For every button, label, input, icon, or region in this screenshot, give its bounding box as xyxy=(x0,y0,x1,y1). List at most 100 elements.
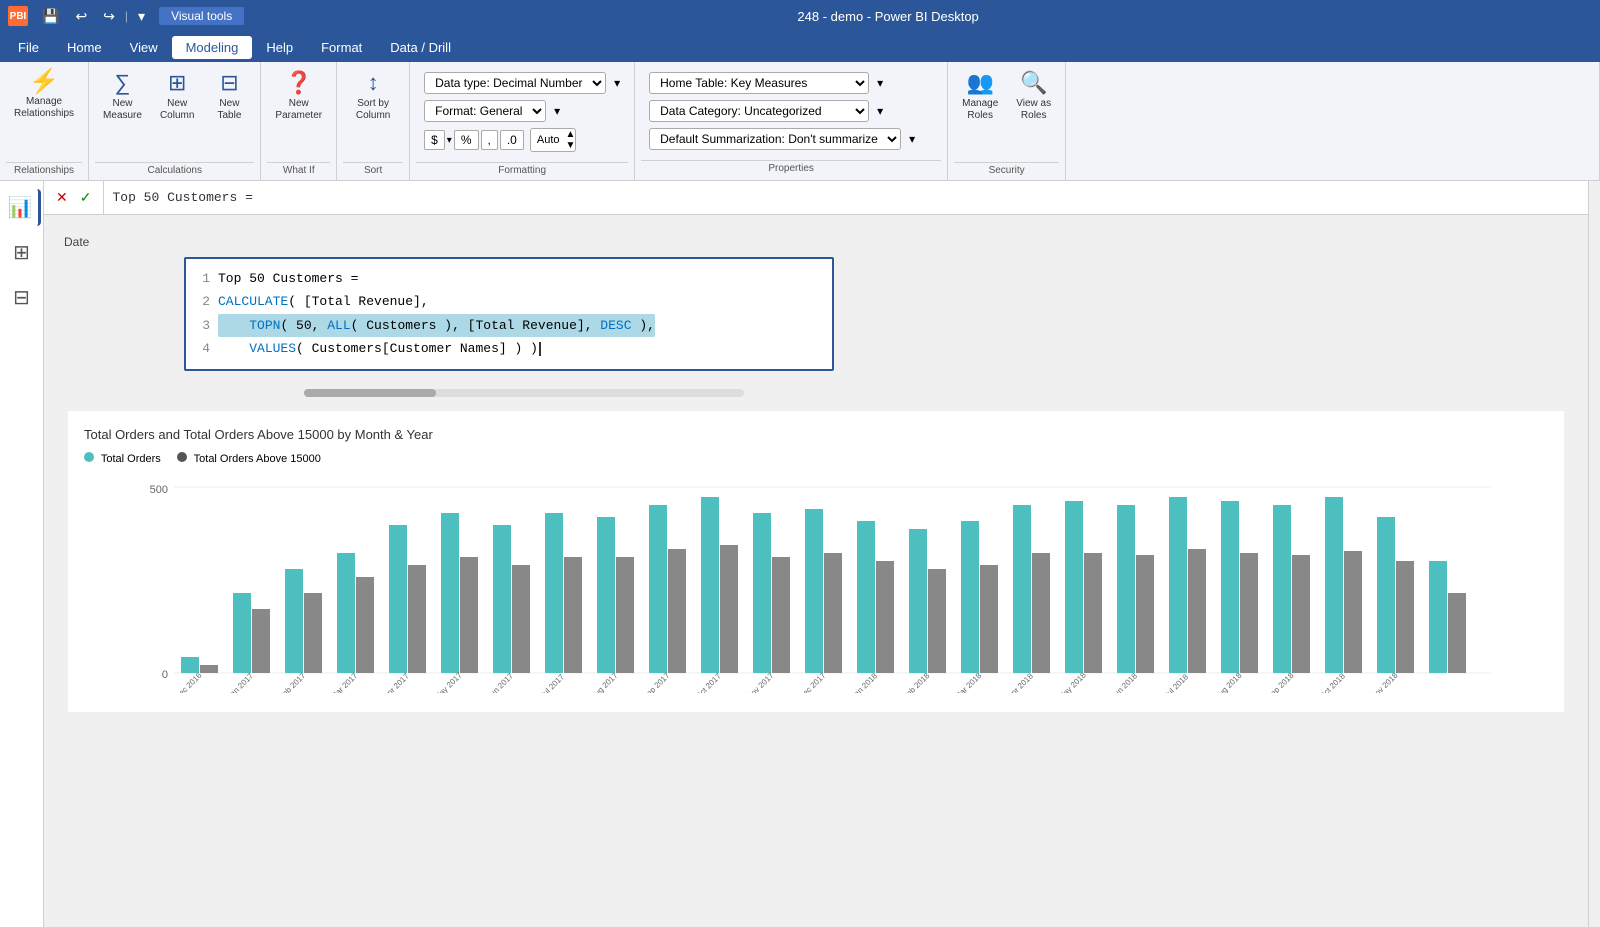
new-parameter-icon: ❓ xyxy=(285,70,312,96)
formula-cancel-button[interactable]: ✕ xyxy=(52,187,72,208)
bar-teal-1 xyxy=(233,593,251,673)
horizontal-scrollbar[interactable] xyxy=(184,387,864,399)
security-group-label: Security xyxy=(954,162,1059,180)
comma-button[interactable]: , xyxy=(481,130,498,150)
menu-help[interactable]: Help xyxy=(252,36,307,59)
bar-gray-21 xyxy=(1292,555,1310,673)
sidebar-data-icon[interactable]: ⊞ xyxy=(7,234,36,271)
bar-teal-6 xyxy=(493,525,511,673)
bar-teal-10 xyxy=(701,497,719,673)
sidebar-report-icon[interactable]: 📊 xyxy=(2,189,42,226)
undo-button[interactable]: ↩ xyxy=(69,6,93,27)
menu-data-drill[interactable]: Data / Drill xyxy=(376,36,465,59)
bar-gray-16 xyxy=(1032,553,1050,673)
currency-dropdown-icon[interactable]: ▾ xyxy=(447,135,452,146)
default-summarization-select[interactable]: Default Summarization: Don't summarize xyxy=(649,128,901,150)
new-table-icon: ⊟ xyxy=(220,70,238,96)
ribbon-group-formatting: Data type: Decimal Number ▾ Format: Gene… xyxy=(410,62,635,180)
formula-confirm-button[interactable]: ✓ xyxy=(76,187,96,208)
svg-text:Mar 2018: Mar 2018 xyxy=(953,670,984,692)
legend-item-above-15000: Total Orders Above 15000 xyxy=(177,452,321,465)
bar-gray-17 xyxy=(1084,553,1102,673)
save-button[interactable]: 💾 xyxy=(36,6,65,27)
sidebar-left: 📊 ⊞ ⊟ xyxy=(0,181,44,927)
view-as-roles-icon: 🔍 xyxy=(1020,70,1047,96)
title-bar-actions[interactable]: 💾 ↩ ↪ | ▾ xyxy=(36,6,151,27)
data-category-select[interactable]: Data Category: Uncategorized xyxy=(649,100,869,122)
data-type-dropdown-icon[interactable]: ▾ xyxy=(614,76,620,90)
bar-teal-7 xyxy=(545,513,563,673)
canvas-area: Date 1 Top 50 Customers = 2 CALCULATE( [… xyxy=(44,215,1588,927)
h-scroll-thumb[interactable] xyxy=(304,389,436,397)
bar-gray-7 xyxy=(564,557,582,673)
format-dropdown-icon[interactable]: ▾ xyxy=(554,104,560,118)
redo-button[interactable]: ↪ xyxy=(97,6,121,27)
dropdown-button[interactable]: ▾ xyxy=(132,6,151,27)
svg-text:Apr 2018: Apr 2018 xyxy=(1006,671,1036,693)
ribbon-group-calculations: ∑ NewMeasure ⊞ NewColumn ⊟ NewTable Calc… xyxy=(89,62,261,180)
formula-editor[interactable]: Top 50 Customers = xyxy=(104,181,1588,214)
bar-teal-14 xyxy=(909,529,927,673)
svg-text:0: 0 xyxy=(162,669,168,681)
bar-gray-1 xyxy=(252,609,270,673)
sort-by-column-button[interactable]: ↕ Sort byColumn xyxy=(343,66,403,126)
sort-group-label: Sort xyxy=(343,162,403,180)
bar-gray-15 xyxy=(980,565,998,673)
svg-text:Nov 2017: Nov 2017 xyxy=(745,670,776,692)
bar-teal-11 xyxy=(753,513,771,673)
bar-chart-svg: 500 0 xyxy=(84,473,1548,693)
bar-gray-14 xyxy=(928,569,946,673)
visual-tools-badge: Visual tools xyxy=(159,7,244,25)
auto-stepper[interactable]: ▲▼ xyxy=(566,129,576,151)
dax-line-2: 2 CALCULATE( [Total Revenue], xyxy=(194,290,824,313)
manage-relationships-button[interactable]: ⚡ ManageRelationships xyxy=(6,66,82,124)
formula-bar: ✕ ✓ Top 50 Customers = xyxy=(44,181,1588,215)
svg-text:Dec 2016: Dec 2016 xyxy=(173,670,204,692)
decimal-button[interactable]: .0 xyxy=(500,130,524,150)
new-parameter-button[interactable]: ❓ NewParameter xyxy=(267,66,330,126)
bar-gray-22 xyxy=(1344,551,1362,673)
bar-gray-24 xyxy=(1448,593,1466,673)
bar-teal-12 xyxy=(805,509,823,673)
bar-teal-4 xyxy=(389,525,407,673)
bar-gray-20 xyxy=(1240,553,1258,673)
svg-text:Mar 2017: Mar 2017 xyxy=(329,670,360,692)
bar-teal-16 xyxy=(1013,505,1031,673)
data-type-select[interactable]: Data type: Decimal Number xyxy=(424,72,606,94)
percent-button[interactable]: % xyxy=(454,130,479,150)
sidebar-model-icon[interactable]: ⊟ xyxy=(7,279,36,316)
bar-teal-13 xyxy=(857,521,875,673)
new-measure-icon: ∑ xyxy=(115,70,131,96)
home-table-select[interactable]: Home Table: Key Measures xyxy=(649,72,869,94)
menu-file[interactable]: File xyxy=(4,36,53,59)
bar-teal-9 xyxy=(649,505,667,673)
date-label: Date xyxy=(64,235,89,249)
new-table-button[interactable]: ⊟ NewTable xyxy=(204,66,254,126)
bar-gray-11 xyxy=(772,557,790,673)
dax-editor[interactable]: 1 Top 50 Customers = 2 CALCULATE( [Total… xyxy=(184,257,834,371)
menu-format[interactable]: Format xyxy=(307,36,376,59)
summarization-dropdown-icon[interactable]: ▾ xyxy=(909,132,915,146)
whatif-group-label: What If xyxy=(267,162,330,180)
menu-home[interactable]: Home xyxy=(53,36,116,59)
legend-dot-gray xyxy=(177,452,187,462)
menu-modeling[interactable]: Modeling xyxy=(172,36,253,59)
home-table-dropdown-icon[interactable]: ▾ xyxy=(877,76,883,90)
formatting-group-label: Formatting xyxy=(416,162,628,180)
bar-gray-5 xyxy=(460,557,478,673)
data-category-dropdown-icon[interactable]: ▾ xyxy=(877,104,883,118)
menu-view[interactable]: View xyxy=(116,36,172,59)
new-measure-button[interactable]: ∑ NewMeasure xyxy=(95,66,150,126)
main-content: ✕ ✓ Top 50 Customers = Date 1 Top 50 Cus… xyxy=(44,181,1588,927)
svg-text:Oct 2018: Oct 2018 xyxy=(1318,671,1348,693)
manage-roles-button[interactable]: 👥 ManageRoles xyxy=(954,66,1006,126)
format-select[interactable]: Format: General xyxy=(424,100,546,122)
right-scrollbar[interactable] xyxy=(1588,181,1600,927)
new-column-button[interactable]: ⊞ NewColumn xyxy=(152,66,202,126)
manage-roles-icon: 👥 xyxy=(967,70,994,96)
dax-line-4: 4 VALUES( Customers[Customer Names] ) ) xyxy=(194,337,824,360)
view-as-roles-button[interactable]: 🔍 View asRoles xyxy=(1008,66,1059,126)
svg-text:May 2018: May 2018 xyxy=(1057,670,1089,693)
currency-button[interactable]: $ xyxy=(424,130,445,150)
svg-text:Feb 2018: Feb 2018 xyxy=(901,670,932,692)
